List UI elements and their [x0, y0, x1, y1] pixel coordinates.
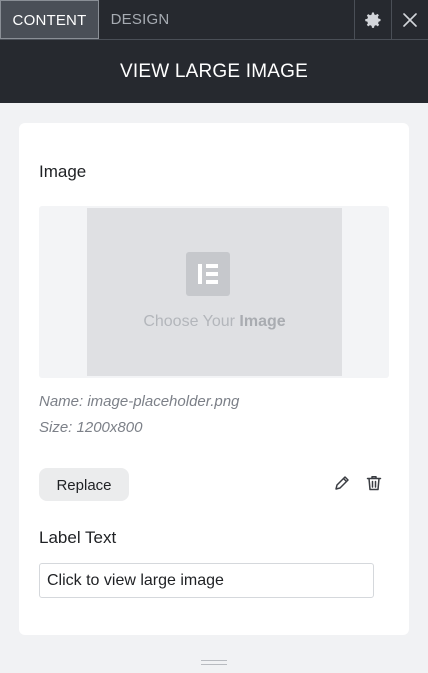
- placeholder-text: Choose Your Image: [143, 313, 286, 330]
- edit-image-button[interactable]: [332, 473, 352, 493]
- label-text-input[interactable]: [39, 563, 374, 598]
- tab-design[interactable]: DESIGN: [99, 0, 181, 39]
- content-card: Image Choose Your Image Name: image-plac…: [19, 123, 409, 635]
- image-preview[interactable]: Choose Your Image: [39, 206, 389, 378]
- gear-icon: [365, 12, 381, 28]
- delete-image-button[interactable]: [364, 473, 384, 493]
- label-text-label: Label Text: [39, 528, 117, 547]
- image-placeholder[interactable]: Choose Your Image: [87, 208, 342, 376]
- settings-button[interactable]: [354, 0, 391, 39]
- pencil-icon: [335, 476, 349, 490]
- image-label: Image: [39, 162, 87, 181]
- close-icon: [403, 12, 417, 27]
- widget-title: VIEW LARGE IMAGE: [0, 40, 428, 103]
- trash-icon: [366, 476, 382, 491]
- image-file-size: Size: 1200x800: [39, 419, 143, 436]
- replace-button[interactable]: Replace: [39, 468, 129, 501]
- panel-resize-handle[interactable]: [201, 659, 227, 667]
- elementor-logo-icon: [186, 252, 230, 296]
- close-button[interactable]: [391, 0, 428, 39]
- image-file-name: Name: image-placeholder.png: [39, 393, 240, 410]
- tab-content[interactable]: CONTENT: [0, 0, 99, 39]
- editor-tab-bar: CONTENT DESIGN: [0, 0, 428, 40]
